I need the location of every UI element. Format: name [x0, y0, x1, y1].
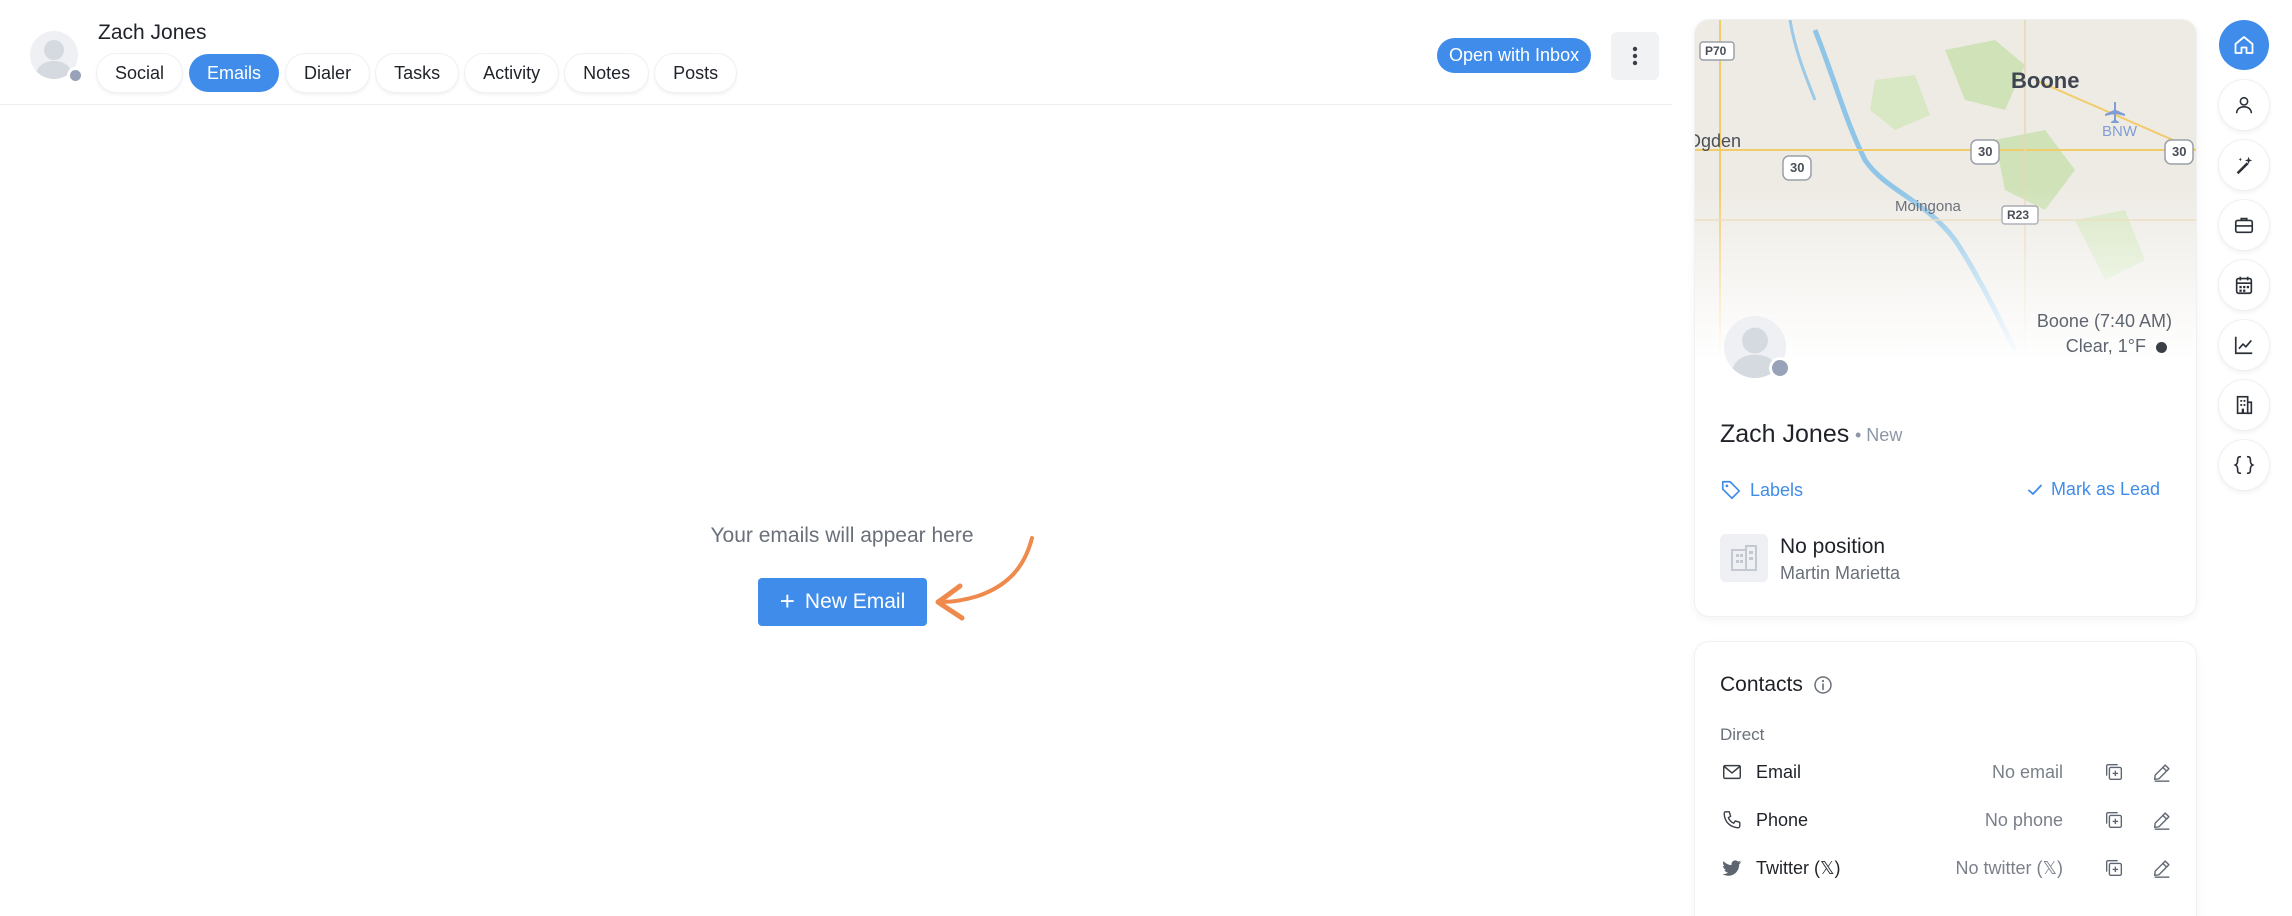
more-options-button[interactable]: [1611, 32, 1659, 80]
direct-section-label: Direct: [1720, 725, 1765, 744]
copy-twitter-button[interactable]: [2099, 853, 2129, 883]
local-time: Boone (7:40 AM): [2036, 311, 2172, 331]
contact-row-twitter: Twitter (𝕏) No twitter (𝕏): [1720, 853, 2177, 883]
contact-row-phone: Phone No phone: [1720, 805, 2177, 835]
tag-icon: [1721, 480, 1741, 500]
profile-presence-dot: [1769, 357, 1791, 379]
code-braces-icon: [2233, 455, 2255, 475]
edit-phone-button[interactable]: [2147, 805, 2177, 835]
plus-icon: +: [779, 586, 795, 616]
edit-email-button[interactable]: [2147, 757, 2177, 787]
contacts-title: Contacts: [1720, 673, 1803, 696]
briefcase-icon: [2234, 217, 2254, 234]
info-icon[interactable]: [1813, 675, 1833, 695]
map-label-moingona: Moingona: [1895, 198, 1961, 215]
empty-state-text: Your emails will appear here: [710, 524, 974, 547]
map-label-ogden: Ogden: [1695, 131, 1742, 151]
edit-twitter-button[interactable]: [2147, 853, 2177, 883]
mark-as-lead-link[interactable]: Mark as Lead: [2027, 479, 2160, 500]
company-name: Martin Marietta: [1780, 563, 1901, 583]
new-email-button[interactable]: + New Email: [758, 578, 927, 626]
mail-icon: [1720, 760, 1744, 784]
presence-status-dot: [67, 67, 84, 84]
map-label-bnw: BNW: [2102, 123, 2137, 140]
copy-plus-icon: [2105, 859, 2123, 877]
labels-link[interactable]: Labels: [1720, 479, 1803, 501]
rail-home-button[interactable]: [2219, 20, 2269, 70]
contact-row-label: Phone: [1756, 809, 1809, 830]
new-email-label: New Email: [804, 590, 906, 613]
open-with-inbox-button[interactable]: Open with Inbox: [1437, 38, 1592, 73]
copy-email-button[interactable]: [2099, 757, 2129, 787]
profile-name: Zach Jones: [1720, 420, 1850, 448]
phone-icon: [1720, 808, 1744, 832]
weather-indicator-icon: [2156, 342, 2167, 353]
map-label-r23: R23: [2007, 208, 2030, 222]
tab-dialer[interactable]: Dialer: [286, 54, 370, 92]
tab-activity[interactable]: Activity: [465, 54, 559, 92]
tab-posts[interactable]: Posts: [655, 54, 737, 92]
magic-wand-icon: [2236, 156, 2253, 175]
profile-card: P70 Boone BNW Ogden 30 30 30 Moingona R2…: [1695, 20, 2196, 616]
contact-row-label: Email: [1756, 761, 1802, 782]
contact-row-email: Email No email: [1720, 757, 2177, 787]
contact-row-value: No twitter (𝕏): [1955, 857, 2063, 878]
contact-name: Zach Jones: [98, 21, 207, 44]
user-icon: [2235, 96, 2253, 114]
tab-notes[interactable]: Notes: [565, 54, 649, 92]
tab-bar: Social Emails Dialer Tasks Activity Note…: [97, 54, 737, 92]
contact-header: Zach Jones Social Emails Dialer Tasks Ac…: [0, 0, 1672, 105]
copy-phone-button[interactable]: [2099, 805, 2129, 835]
map-label-p70: P70: [1705, 44, 1727, 58]
hand-drawn-arrow-icon: [935, 536, 1034, 621]
copy-plus-icon: [2105, 811, 2123, 829]
building-icon: [2236, 395, 2253, 415]
pencil-icon: [2153, 860, 2170, 878]
rail-custom-fields-button[interactable]: [2219, 440, 2269, 490]
rail-profile-button[interactable]: [2219, 80, 2269, 130]
more-vertical-icon: [1632, 46, 1638, 66]
lead-status-badge: • New: [1855, 425, 1903, 445]
copy-plus-icon: [2105, 763, 2123, 781]
pencil-icon: [2153, 764, 2170, 782]
map-label-us30-c: 30: [2172, 144, 2187, 159]
rail-analytics-button[interactable]: [2219, 320, 2269, 370]
twitter-icon: [1720, 856, 1744, 880]
rail-deals-button[interactable]: [2219, 200, 2269, 250]
map-city-label: Boone: [2011, 68, 2080, 93]
rail-magic-button[interactable]: [2219, 140, 2269, 190]
weather-text: Clear, 1°F: [2065, 336, 2146, 356]
rail-calendar-button[interactable]: [2219, 260, 2269, 310]
contacts-heading: Contacts: [1720, 673, 1833, 697]
chart-icon: [2234, 336, 2253, 355]
rail-company-button[interactable]: [2219, 380, 2269, 430]
contact-row-value: No phone: [1984, 809, 2063, 830]
map-label-us30-a: 30: [1790, 160, 1805, 175]
contacts-card: Contacts Direct Email No email Phone No …: [1695, 642, 2196, 916]
contact-row-label: Twitter (𝕏): [1756, 857, 1841, 878]
building-icon: [1731, 545, 1757, 571]
check-icon: [2028, 484, 2042, 495]
contact-row-value: No email: [1991, 761, 2063, 782]
labels-link-label: Labels: [1750, 479, 1804, 500]
map-label-us30-b: 30: [1978, 144, 1993, 159]
mark-as-lead-label: Mark as Lead: [2050, 479, 2160, 499]
tab-emails[interactable]: Emails: [189, 54, 280, 92]
company-logo: [1720, 534, 1768, 582]
tab-tasks[interactable]: Tasks: [376, 54, 459, 92]
tab-social[interactable]: Social: [97, 54, 183, 92]
home-icon: [2234, 36, 2254, 54]
position-title: No position: [1780, 535, 1886, 558]
calendar-icon: [2235, 276, 2253, 295]
pencil-icon: [2153, 812, 2170, 830]
main-panel: Zach Jones Social Emails Dialer Tasks Ac…: [0, 0, 1672, 916]
